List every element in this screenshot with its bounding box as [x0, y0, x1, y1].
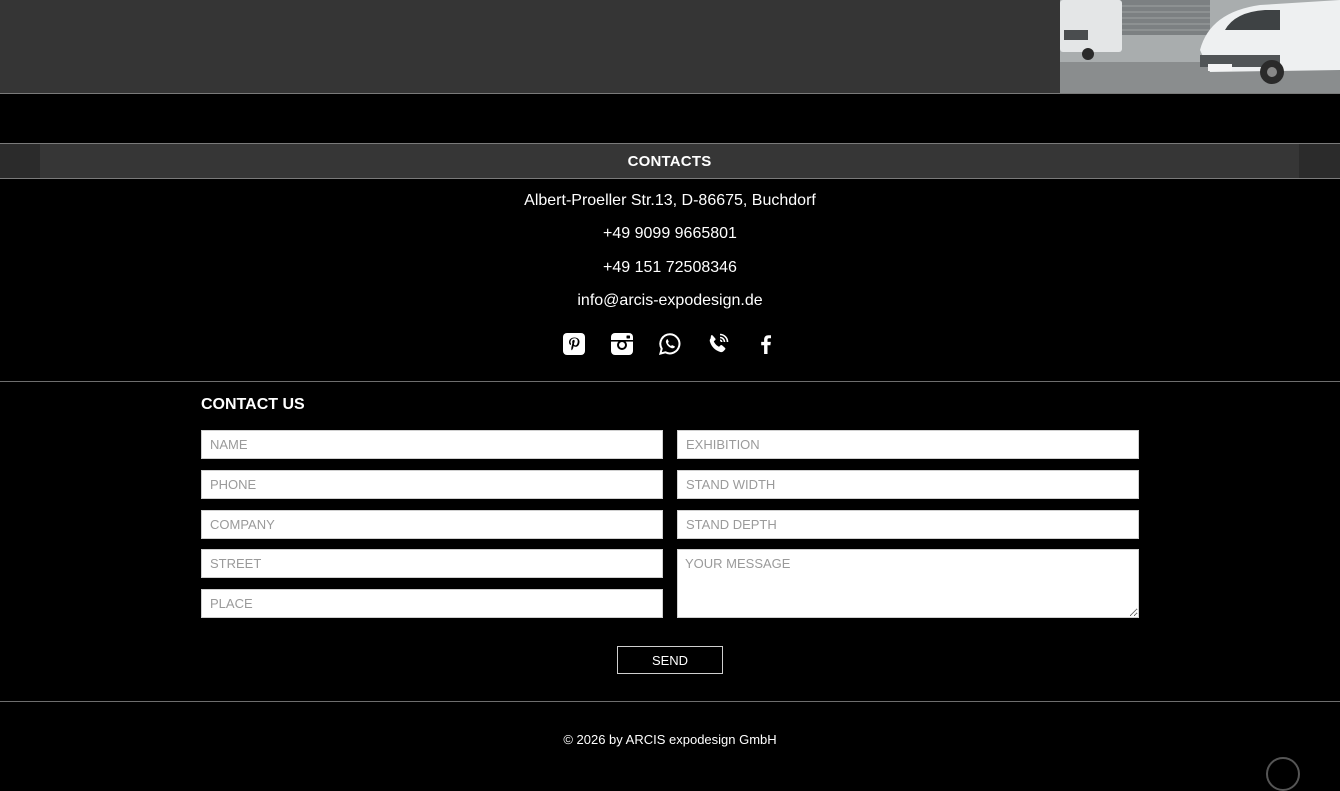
- address-text: Albert-Proeller Str.13, D-86675, Buchdor…: [524, 192, 816, 209]
- instagram-icon[interactable]: [609, 330, 635, 358]
- contacts-title: CONTACTS: [627, 152, 712, 170]
- stand-depth-input[interactable]: [677, 510, 1139, 539]
- van-photo: [1060, 0, 1340, 93]
- exhibition-input[interactable]: [677, 430, 1139, 459]
- section-divider: [0, 381, 1340, 382]
- email-link[interactable]: info@arcis-expodesign.de: [0, 292, 1340, 310]
- contacts-header-inner: CONTACTS: [40, 144, 1299, 178]
- phone-input[interactable]: [201, 470, 663, 499]
- facebook-icon[interactable]: [753, 330, 779, 358]
- phone-icon[interactable]: [705, 330, 731, 358]
- phone-text-1[interactable]: +49 9099 9665801: [0, 225, 1340, 243]
- footer-divider: [0, 701, 1340, 702]
- phone-text-2[interactable]: +49 151 72508346: [0, 259, 1340, 277]
- social-icons-row: [0, 330, 1340, 358]
- top-band: [0, 0, 1340, 94]
- pinterest-icon[interactable]: [561, 330, 587, 358]
- chat-bubble-icon[interactable]: [1266, 757, 1300, 791]
- stand-width-input[interactable]: [677, 470, 1139, 499]
- message-textarea[interactable]: [677, 549, 1139, 618]
- contact-form-title: CONTACT US: [201, 396, 305, 413]
- copyright-text: © 2026 by ARCIS expodesign GmbH: [563, 732, 777, 747]
- send-button[interactable]: SEND: [617, 646, 723, 674]
- company-input[interactable]: [201, 510, 663, 539]
- street-input[interactable]: [201, 549, 663, 578]
- place-input[interactable]: [201, 589, 663, 618]
- name-input[interactable]: [201, 430, 663, 459]
- contacts-header-bar: CONTACTS: [0, 143, 1340, 179]
- whatsapp-icon[interactable]: [657, 330, 683, 358]
